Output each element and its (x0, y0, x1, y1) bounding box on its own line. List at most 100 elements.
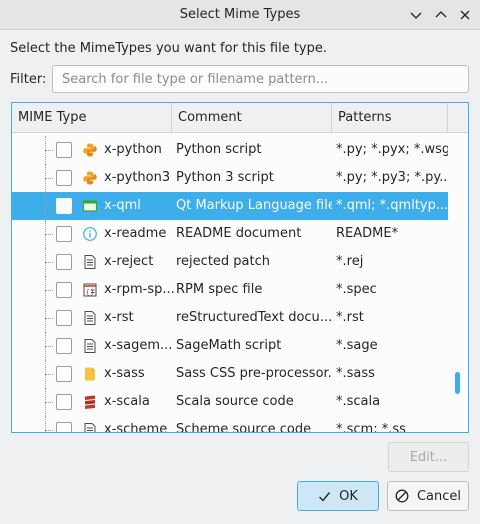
tree-branch-connector (45, 290, 53, 291)
mime-type-name: x-rpm-sp... (104, 282, 174, 297)
table-row[interactable]: x-qml Qt Markup Language file *.qml; *.qml… (12, 192, 448, 220)
table-row[interactable]: x-python Python script *.py; *.pyx; *.wsgi (12, 136, 448, 164)
vertical-scrollbar[interactable] (448, 133, 468, 432)
table-row[interactable]: x-scheme Scheme source code *.scm; *.ss (12, 416, 448, 432)
scrollbar-thumb[interactable] (455, 372, 460, 394)
tree-branch-connector (45, 262, 53, 263)
filter-input[interactable] (52, 65, 469, 93)
mime-type-table[interactable]: MIME Type Comment Patterns x-python Pytho… (11, 102, 469, 433)
minimize-button[interactable] (406, 5, 426, 25)
filter-label: Filter: (10, 72, 47, 87)
row-checkbox[interactable] (56, 422, 72, 432)
mime-type-comment: reStructuredText docu... (176, 310, 332, 325)
tree-branch-connector (45, 346, 53, 347)
mime-type-comment: RPM spec file (176, 282, 263, 297)
row-checkbox[interactable] (56, 198, 72, 214)
mime-type-patterns: *.scm; *.ss (336, 422, 406, 432)
chevron-up-icon (435, 11, 447, 18)
mime-type-patterns: *.qml; *.qmltyp... (336, 198, 448, 213)
table-row[interactable]: x-sagem... SageMath script *.sage (12, 332, 448, 360)
ok-button-label: OK (339, 488, 358, 504)
mime-type-name: x-scheme (104, 422, 168, 432)
instruction-text: Select the MimeTypes you want for this f… (10, 41, 328, 56)
mime-type-comment: rejected patch (176, 254, 270, 269)
edit-button-label: Edit... (409, 449, 448, 465)
tree-branch-connector (45, 206, 53, 207)
tree-branch-connector (45, 178, 53, 179)
column-header-mime-type[interactable]: MIME Type (12, 103, 172, 132)
scala-icon (82, 394, 98, 410)
tree-branch-connector (45, 374, 53, 375)
tree-branch-connector (45, 234, 53, 235)
row-checkbox[interactable] (56, 254, 72, 270)
row-checkbox[interactable] (56, 142, 72, 158)
tree-branch-connector (45, 402, 53, 403)
mime-type-comment: Qt Markup Language file (176, 198, 332, 213)
table-header: MIME Type Comment Patterns (12, 103, 468, 133)
cancel-button-label: Cancel (416, 488, 462, 504)
close-icon (460, 10, 470, 20)
mime-type-comment: Python script (176, 142, 262, 157)
mime-type-name: x-rst (104, 310, 134, 325)
text-file-icon (82, 310, 98, 326)
table-row[interactable]: x-reject rejected patch *.rej (12, 248, 448, 276)
text-file-icon (82, 422, 98, 432)
mime-type-name: x-reject (104, 254, 154, 269)
mime-type-patterns: *.scala (336, 394, 381, 409)
table-row[interactable]: x-readme README document README* (12, 220, 448, 248)
qml-icon (82, 198, 98, 214)
mime-type-patterns: *.rej (336, 254, 364, 269)
tree-branch-connector (45, 150, 53, 151)
rpm-spec-icon: {} (82, 282, 98, 298)
row-checkbox[interactable] (56, 170, 72, 186)
mime-type-patterns: *.sage (336, 338, 378, 353)
mime-type-comment: README document (176, 226, 302, 241)
mime-type-name: x-qml (104, 198, 141, 213)
title-bar: Select Mime Types (0, 0, 480, 30)
mime-type-patterns: *.sass (336, 366, 375, 381)
close-button[interactable] (455, 5, 475, 25)
mime-type-patterns: *.py; *.py3; *.py... (336, 170, 448, 185)
info-icon (82, 226, 98, 242)
table-row[interactable]: x-scala Scala source code *.scala (12, 388, 448, 416)
cancel-button[interactable]: Cancel (387, 481, 469, 511)
mime-type-name: x-python3 (104, 170, 171, 185)
row-checkbox[interactable] (56, 366, 72, 382)
table-row[interactable]: x-python3 Python 3 script *.py; *.py3; *.p… (12, 164, 448, 192)
column-header-patterns[interactable]: Patterns (332, 103, 448, 132)
mime-type-patterns: *.rst (336, 310, 364, 325)
table-body: x-python Python script *.py; *.pyx; *.wsgi… (12, 133, 448, 432)
text-file-icon (82, 254, 98, 270)
mime-type-patterns: README* (336, 226, 399, 241)
mime-type-name: x-sass (104, 366, 145, 381)
sass-icon (82, 366, 98, 382)
cancel-icon (395, 489, 409, 503)
python-icon (82, 170, 98, 186)
row-checkbox[interactable] (56, 338, 72, 354)
row-checkbox[interactable] (56, 282, 72, 298)
mime-type-name: x-sagem... (104, 338, 173, 353)
mime-type-comment: Sass CSS pre-processor... (176, 366, 332, 381)
table-row[interactable]: {} x-rpm-sp... RPM spec file *.spec (12, 276, 448, 304)
tree-branch-connector (45, 430, 53, 431)
python-icon (82, 142, 98, 158)
checkmark-icon (319, 491, 331, 502)
mime-type-name: x-python (104, 142, 162, 157)
mime-type-comment: Scala source code (176, 394, 294, 409)
maximize-button[interactable] (431, 5, 451, 25)
row-checkbox[interactable] (56, 394, 72, 410)
ok-button[interactable]: OK (297, 481, 379, 511)
text-file-icon (82, 338, 98, 354)
mime-type-comment: Python 3 script (176, 170, 274, 185)
chevron-down-icon (410, 12, 422, 19)
table-row[interactable]: x-sass Sass CSS pre-processor... *.sass (12, 360, 448, 388)
row-checkbox[interactable] (56, 310, 72, 326)
mime-type-comment: SageMath script (176, 338, 282, 353)
mime-type-comment: Scheme source code (176, 422, 312, 432)
table-row[interactable]: x-rst reStructuredText docu... *.rst (12, 304, 448, 332)
mime-type-patterns: *.py; *.pyx; *.wsgi (336, 142, 448, 157)
edit-button[interactable]: Edit... (388, 442, 469, 472)
tree-branch-connector (45, 318, 53, 319)
column-header-comment[interactable]: Comment (172, 103, 332, 132)
row-checkbox[interactable] (56, 226, 72, 242)
